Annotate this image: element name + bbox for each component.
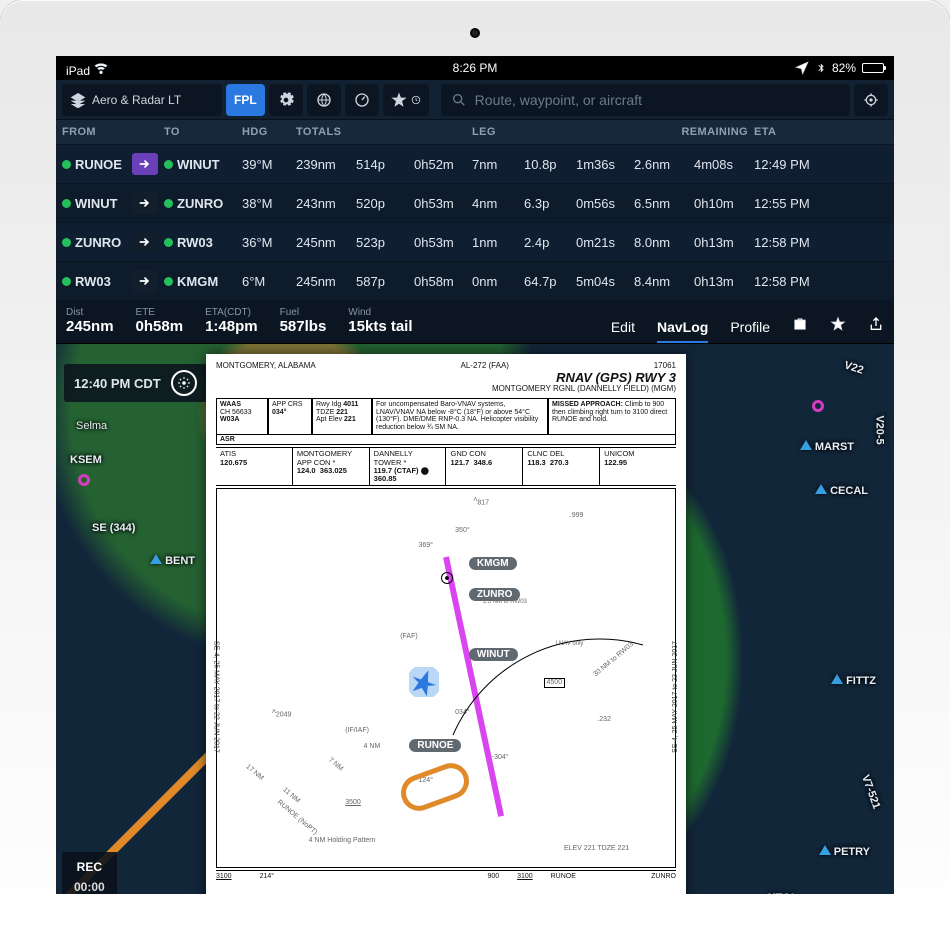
direct-to-button[interactable] xyxy=(132,231,158,253)
direct-to-button[interactable] xyxy=(132,270,158,292)
summary-dist: Dist245nm xyxy=(66,307,114,335)
profile-tab[interactable]: Profile xyxy=(730,319,770,335)
location-arrow-icon xyxy=(794,60,810,76)
radar-time-badge[interactable]: 12:40 PM CDT xyxy=(64,364,207,402)
navlog-row[interactable]: WINUTZUNRO38°M243nm520p0h53m4nm6.3p0m56s… xyxy=(56,184,894,223)
star-icon xyxy=(391,92,407,108)
crosshair-icon xyxy=(863,92,879,108)
search-input[interactable]: Route, waypoint, or aircraft xyxy=(441,84,850,116)
search-icon xyxy=(451,92,467,108)
layers-label: Aero & Radar LT xyxy=(92,93,181,107)
briefcase-icon xyxy=(792,316,808,332)
to-waypoint: ZUNRO xyxy=(164,196,242,211)
battery-pct: 82% xyxy=(832,61,856,75)
navlog-row[interactable]: ZUNRORW0336°M245nm523p0h53m1nm2.4p0m21s8… xyxy=(56,223,894,262)
favorite-button[interactable] xyxy=(830,316,846,335)
gauge-icon xyxy=(354,92,370,108)
layers-icon xyxy=(70,92,86,108)
ipad-frame: iPad 8:26 PM 82% Aero & Radar LT FPL xyxy=(0,0,950,950)
star-timer-button[interactable] xyxy=(383,84,429,116)
map-vway-v7521: V7-521 xyxy=(859,773,882,810)
chart-airport: MONTGOMERY RGNL (DANNELLY FIELD) (MGM) xyxy=(216,385,676,394)
fpl-button[interactable]: FPL xyxy=(226,84,265,116)
map-vway-v205: V20-5 xyxy=(873,415,885,444)
locate-button[interactable] xyxy=(854,84,888,116)
toolbar: Aero & Radar LT FPL Route, waypoint, or … xyxy=(56,80,894,120)
from-waypoint: RUNOE xyxy=(62,157,132,172)
direct-to-button[interactable] xyxy=(132,192,158,214)
map-label-bent: BENT xyxy=(150,554,195,567)
navlog-row[interactable]: RW03KMGM6°M245nm587p0h58m0nm64.7p5m04s8.… xyxy=(56,262,894,301)
share-icon xyxy=(868,316,884,332)
to-waypoint: KMGM xyxy=(164,274,242,289)
search-placeholder: Route, waypoint, or aircraft xyxy=(475,92,642,108)
star-icon xyxy=(830,316,846,332)
status-bar: iPad 8:26 PM 82% xyxy=(56,56,894,80)
map-view[interactable]: 12:40 PM CDT KSEM Selma SE (344) BENT MA… xyxy=(56,344,894,894)
chart-wp-kmgm: KMGM xyxy=(469,557,517,570)
fix-magenta-icon xyxy=(812,400,824,412)
summary-eta: ETA(CDT)1:48pm xyxy=(205,307,258,335)
summary-wind: Wind15kts tail xyxy=(348,307,412,335)
map-label-fittz: FITTZ xyxy=(831,674,876,687)
from-waypoint: ZUNRO xyxy=(62,235,132,250)
status-carrier: iPad xyxy=(66,59,109,78)
gear-icon xyxy=(177,376,191,390)
navlog-header: FROMTO HDG TOTALS LEG REMAINING ETA xyxy=(56,120,894,145)
summary-bar: Dist245nm ETE0h58m ETA(CDT)1:48pm Fuel58… xyxy=(56,301,894,344)
globe-button[interactable] xyxy=(307,84,341,116)
ownship-icon xyxy=(409,667,439,697)
gauge-button[interactable] xyxy=(345,84,379,116)
to-waypoint: WINUT xyxy=(164,157,242,172)
direct-to-button[interactable] xyxy=(132,153,158,175)
navlog-row[interactable]: RUNOEWINUT39°M239nm514p0h52m7nm10.8p1m36… xyxy=(56,145,894,184)
navlog-rows: RUNOEWINUT39°M239nm514p0h52m7nm10.8p1m36… xyxy=(56,145,894,301)
status-right: 82% xyxy=(794,60,884,76)
map-label-ksem: KSEM xyxy=(70,454,102,466)
summary-ete: ETE0h58m xyxy=(136,307,184,335)
map-label-petry: PETRY xyxy=(819,845,870,858)
chart-title: RNAV (GPS) RWY 3 xyxy=(216,371,676,385)
edit-button[interactable]: Edit xyxy=(611,319,635,335)
globe-icon xyxy=(316,92,332,108)
settings-button[interactable] xyxy=(269,84,303,116)
approach-chart-plate[interactable]: MONTGOMERY, ALABAMAAL-272 (FAA)17061 RNA… xyxy=(206,354,686,894)
gear-icon xyxy=(278,92,294,108)
navlog-tab[interactable]: NavLog xyxy=(657,319,708,343)
app-screen: iPad 8:26 PM 82% Aero & Radar LT FPL xyxy=(56,56,894,894)
summary-fuel: Fuel587lbs xyxy=(280,307,327,335)
map-label-marst: MARST xyxy=(800,440,854,453)
from-waypoint: WINUT xyxy=(62,196,132,211)
map-label-selma: Selma xyxy=(76,420,107,432)
status-time: 8:26 PM xyxy=(453,61,498,75)
map-label-cecal: CECAL xyxy=(815,484,868,497)
layers-button[interactable]: Aero & Radar LT xyxy=(62,84,222,116)
briefcase-button[interactable] xyxy=(792,316,808,335)
share-button[interactable] xyxy=(868,316,884,335)
from-waypoint: RW03 xyxy=(62,274,132,289)
battery-icon xyxy=(862,63,884,73)
map-label-se344: SE (344) xyxy=(92,522,135,534)
fix-magenta-icon xyxy=(78,474,90,486)
map-vway-v22: V22 xyxy=(843,359,865,376)
camera-dot xyxy=(470,28,480,38)
wifi-icon xyxy=(93,59,109,75)
holding-pattern-icon xyxy=(396,758,474,816)
chart-planview: SE-4, 25 MAY 2017 to 22 JUN 2017 SE-4, 2… xyxy=(216,488,676,868)
clock-icon xyxy=(411,95,421,105)
radar-settings-icon[interactable] xyxy=(171,370,197,396)
to-waypoint: RW03 xyxy=(164,235,242,250)
bluetooth-icon xyxy=(816,60,826,76)
map-label-ktoi: KTOI xyxy=(768,892,794,894)
rec-indicator[interactable]: REC 00:00 xyxy=(62,852,117,894)
